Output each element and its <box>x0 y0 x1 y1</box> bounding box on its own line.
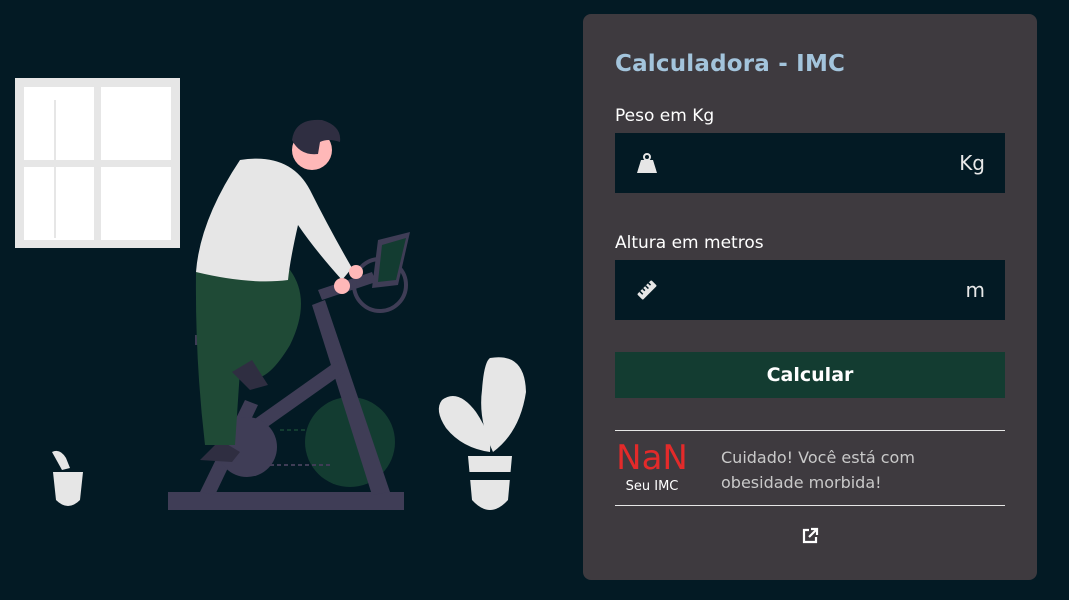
external-link-icon[interactable] <box>800 526 820 546</box>
weight-unit: Kg <box>959 151 985 175</box>
height-field[interactable]: m <box>615 260 1005 320</box>
weight-label: Peso em Kg <box>615 106 715 126</box>
window-illustration <box>15 78 180 248</box>
page-title: Calculadora - IMC <box>615 51 846 77</box>
height-input[interactable] <box>671 278 954 302</box>
large-plant-illustration <box>438 357 526 510</box>
bmi-score: NaN Seu IMC <box>615 431 689 495</box>
weight-icon <box>635 151 659 175</box>
weight-input[interactable] <box>671 151 948 175</box>
bmi-caption: Seu IMC <box>625 479 679 494</box>
height-label: Altura em metros <box>615 233 764 253</box>
result-message: Cuidado! Você está com obesidade morbida… <box>721 448 915 492</box>
height-unit: m <box>965 278 985 302</box>
bmi-calculator-card: Calculadora - IMC Peso em Kg Kg Altura e… <box>583 14 1037 580</box>
small-plant-illustration <box>52 450 83 506</box>
exercise-bike-illustration <box>15 78 526 510</box>
calculate-button[interactable]: Calcular <box>615 352 1005 398</box>
bmi-value: NaN <box>616 438 688 478</box>
weight-field[interactable]: Kg <box>615 133 1005 193</box>
result-panel: NaN Seu IMC Cuidado! Você está com obesi… <box>615 430 1005 506</box>
ruler-icon <box>635 278 659 302</box>
